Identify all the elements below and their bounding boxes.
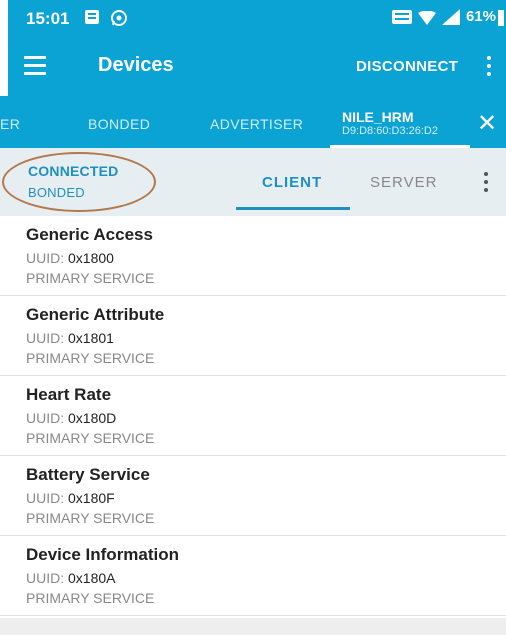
service-uuid: UUID: 0x180A [26, 570, 116, 586]
signal-icon [442, 9, 460, 30]
more-options-icon[interactable] [483, 172, 489, 194]
status-bar: 15:01 61% [8, 0, 506, 36]
service-type: PRIMARY SERVICE [26, 430, 155, 446]
service-name: Generic Attribute [26, 305, 165, 324]
wifi-icon [418, 10, 436, 30]
more-options-icon[interactable] [486, 56, 492, 78]
whatsapp-icon [110, 9, 128, 32]
service-item[interactable]: Generic Attribute UUID: 0x1801 PRIMARY S… [0, 296, 506, 376]
service-type: PRIMARY SERVICE [26, 270, 155, 286]
service-uuid: UUID: 0x180F [26, 490, 115, 506]
client-tab-indicator [236, 207, 350, 210]
device-mac: D9:D8:60:D3:26:D2 [342, 125, 438, 137]
service-type: PRIMARY SERVICE [26, 350, 155, 366]
page-title: Devices [98, 54, 174, 76]
gallery-icon [84, 9, 100, 30]
service-type: PRIMARY SERVICE [26, 510, 155, 526]
tab-advertiser[interactable]: ADVERTISER [210, 116, 303, 132]
disconnect-button[interactable]: DISCONNECT [356, 58, 458, 75]
close-icon[interactable]: ✕ [477, 109, 497, 138]
menu-icon[interactable] [24, 56, 46, 76]
device-tabs: ER BONDED ADVERTISER NILE_HRM D9:D8:60:D… [0, 96, 506, 148]
service-item[interactable]: Generic Access UUID: 0x1800 PRIMARY SERV… [0, 216, 506, 296]
tab-server[interactable]: SERVER [370, 174, 437, 191]
app-bar: 15:01 61% Devices DISCONNECT ER BONDED A… [0, 0, 506, 148]
status-time: 15:01 [26, 9, 70, 28]
service-uuid: UUID: 0x1801 [26, 330, 114, 346]
service-name: Heart Rate [26, 385, 112, 404]
service-item[interactable]: Device Information UUID: 0x180A PRIMARY … [0, 536, 506, 616]
tab-bonded[interactable]: BONDED [88, 116, 150, 132]
connection-bar: CONNECTED BONDED CLIENT SERVER [0, 148, 506, 216]
service-uuid: UUID: 0x1800 [26, 250, 114, 266]
service-item[interactable]: Heart Rate UUID: 0x180D PRIMARY SERVICE [0, 376, 506, 456]
lte-icon [392, 9, 412, 30]
service-type: PRIMARY SERVICE [26, 590, 155, 606]
service-name: Battery Service [26, 465, 150, 484]
battery-level: 61% [465, 8, 496, 25]
device-name: NILE_HRM [342, 109, 414, 125]
tab-scanner-partial[interactable]: ER [0, 116, 20, 132]
tab-client[interactable]: CLIENT [262, 174, 322, 191]
service-list: Generic Access UUID: 0x1800 PRIMARY SERV… [0, 216, 506, 616]
service-name: Generic Access [26, 225, 153, 244]
toolbar: Devices DISCONNECT [8, 36, 506, 96]
service-uuid: UUID: 0x180D [26, 410, 117, 426]
highlight-ellipse [2, 152, 156, 212]
service-name: Device Information [26, 545, 180, 564]
service-item[interactable]: Battery Service UUID: 0x180F PRIMARY SER… [0, 456, 506, 536]
bottom-strip [0, 618, 506, 635]
battery-icon [498, 10, 504, 31]
